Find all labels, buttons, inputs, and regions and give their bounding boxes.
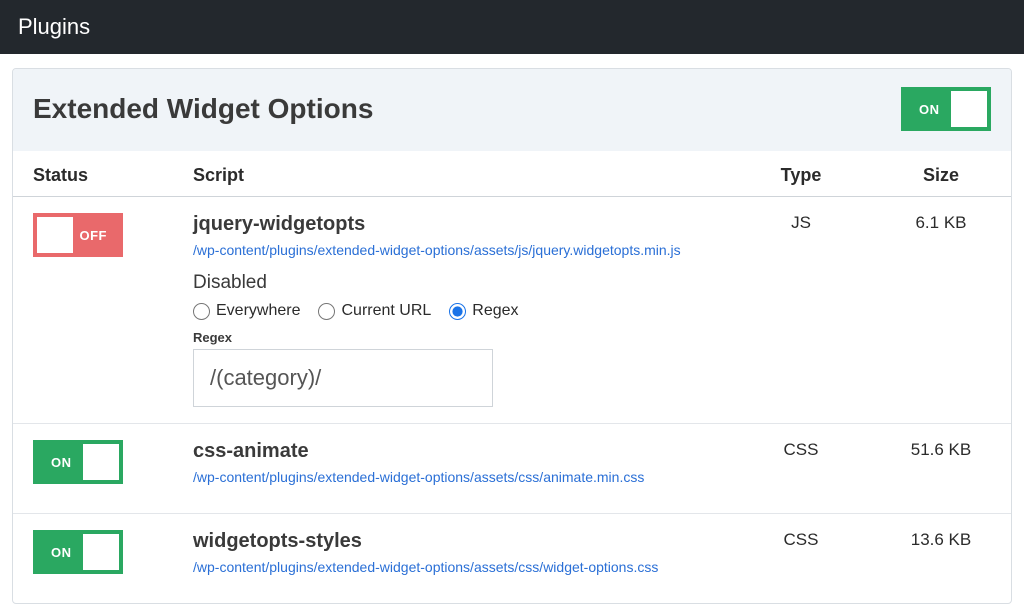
toggle-label-on: ON <box>51 545 72 560</box>
script-toggle[interactable]: OFF <box>33 213 123 257</box>
radio-everywhere[interactable]: Everywhere <box>193 302 300 320</box>
radio-current-url-label: Current URL <box>341 302 431 320</box>
script-name: jquery-widgetopts <box>193 213 711 236</box>
script-path-link[interactable]: /wp-content/plugins/extended-widget-opti… <box>193 559 658 575</box>
table-row: ON css-animate /wp-content/plugins/exten… <box>13 424 1011 514</box>
script-path-link[interactable]: /wp-content/plugins/extended-widget-opti… <box>193 469 644 485</box>
disabled-block: Disabled Everywhere Current URL <box>193 272 711 407</box>
disabled-heading: Disabled <box>193 272 711 294</box>
plugin-panel-wrap: Extended Widget Options ON Status Script… <box>0 54 1024 604</box>
plugin-header: Extended Widget Options ON <box>13 69 1011 151</box>
toggle-label-on: ON <box>919 102 940 117</box>
plugin-title: Extended Widget Options <box>33 93 373 125</box>
script-size: 13.6 KB <box>871 514 1011 604</box>
regex-field-label: Regex <box>193 330 711 345</box>
radio-current-url-input[interactable] <box>318 303 335 320</box>
toggle-knob <box>951 91 987 127</box>
script-type: CSS <box>731 424 871 514</box>
regex-input[interactable] <box>193 349 493 407</box>
table-row: ON widgetopts-styles /wp-content/plugins… <box>13 514 1011 604</box>
plugin-card: Extended Widget Options ON Status Script… <box>12 68 1012 604</box>
table-row: OFF jquery-widgetopts /wp-content/plugin… <box>13 197 1011 424</box>
scripts-table: Status Script Type Size OFF <box>13 151 1011 603</box>
script-toggle[interactable]: ON <box>33 530 123 574</box>
disabled-radio-group: Everywhere Current URL Regex <box>193 302 711 320</box>
radio-regex-label: Regex <box>472 302 518 320</box>
toggle-label-off: OFF <box>80 228 108 243</box>
script-path-link[interactable]: /wp-content/plugins/extended-widget-opti… <box>193 242 681 258</box>
page-header: Plugins <box>0 0 1024 54</box>
script-size: 6.1 KB <box>871 197 1011 424</box>
script-name: css-animate <box>193 440 711 463</box>
toggle-label-on: ON <box>51 455 72 470</box>
radio-everywhere-label: Everywhere <box>216 302 300 320</box>
col-header-status: Status <box>13 151 173 197</box>
page-title: Plugins <box>18 14 90 39</box>
col-header-size: Size <box>871 151 1011 197</box>
toggle-knob <box>83 534 119 570</box>
radio-regex-input[interactable] <box>449 303 466 320</box>
plugin-master-toggle[interactable]: ON <box>901 87 991 131</box>
toggle-knob <box>37 217 73 253</box>
script-toggle[interactable]: ON <box>33 440 123 484</box>
radio-current-url[interactable]: Current URL <box>318 302 431 320</box>
toggle-knob <box>83 444 119 480</box>
col-header-type: Type <box>731 151 871 197</box>
script-type: JS <box>731 197 871 424</box>
script-name: widgetopts-styles <box>193 530 711 553</box>
script-type: CSS <box>731 514 871 604</box>
radio-regex[interactable]: Regex <box>449 302 518 320</box>
script-size: 51.6 KB <box>871 424 1011 514</box>
col-header-script: Script <box>173 151 731 197</box>
radio-everywhere-input[interactable] <box>193 303 210 320</box>
